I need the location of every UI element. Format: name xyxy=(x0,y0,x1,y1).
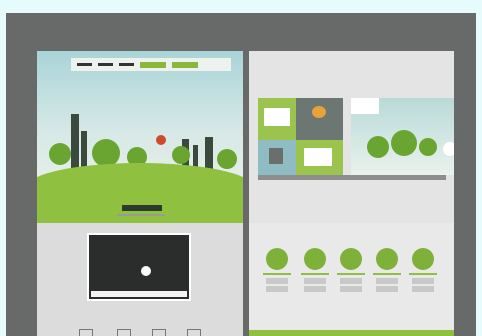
product-label-line xyxy=(340,286,362,292)
nav-button[interactable] xyxy=(172,61,198,68)
product-label-line xyxy=(376,286,398,292)
product-card[interactable] xyxy=(301,248,329,294)
top-navigation xyxy=(71,58,231,71)
nav-button[interactable] xyxy=(140,61,166,68)
product-label-line xyxy=(304,286,326,292)
product-icon xyxy=(266,248,288,270)
product-card[interactable] xyxy=(337,248,365,294)
product-label xyxy=(340,278,362,284)
city-building xyxy=(71,114,79,169)
tree-icon xyxy=(391,130,417,156)
product-accent-bar xyxy=(337,273,365,275)
logo-underline xyxy=(117,214,165,216)
mascot-icon xyxy=(443,142,454,156)
product-label-line xyxy=(412,286,434,292)
product-icon xyxy=(340,248,362,270)
tile-text xyxy=(269,148,283,164)
city-building xyxy=(81,131,87,169)
tree-icon xyxy=(172,146,190,164)
product-accent-bar xyxy=(301,273,329,275)
nav-item[interactable] xyxy=(98,63,113,66)
product-accent-bar xyxy=(373,273,401,275)
video-caption xyxy=(91,291,187,297)
product-icon xyxy=(376,248,398,270)
feature-tile[interactable] xyxy=(258,140,296,175)
hot-air-balloon-icon xyxy=(156,135,166,145)
nav-item[interactable] xyxy=(77,63,92,66)
play-icon[interactable] xyxy=(141,266,151,276)
left-template-page xyxy=(37,51,243,336)
product-label xyxy=(266,278,288,284)
tree-icon xyxy=(367,136,389,158)
feature-icon xyxy=(79,329,93,336)
footer-accent xyxy=(249,330,454,336)
product-accent-bar xyxy=(409,273,437,275)
nav-item[interactable] xyxy=(119,63,134,66)
video-player[interactable] xyxy=(87,233,191,301)
city-building xyxy=(205,137,213,169)
product-label-line xyxy=(266,286,288,292)
tree-icon xyxy=(217,149,237,169)
product-accent-bar xyxy=(263,273,291,275)
product-label xyxy=(376,278,398,284)
divider-band xyxy=(258,175,446,180)
illustration-band xyxy=(351,98,454,175)
feature-tile-grid xyxy=(258,98,454,178)
product-card[interactable] xyxy=(263,248,291,294)
feature-icon xyxy=(152,329,166,336)
feature-tile[interactable] xyxy=(296,140,343,175)
product-card[interactable] xyxy=(409,248,437,294)
tile-text xyxy=(312,106,326,118)
logo xyxy=(122,205,162,211)
tree-icon xyxy=(419,138,437,156)
feature-tile[interactable] xyxy=(258,98,296,140)
tree-icon xyxy=(49,143,71,165)
product-label xyxy=(412,278,434,284)
info-card xyxy=(351,98,379,114)
tile-text xyxy=(264,108,290,126)
hero-illustration xyxy=(37,51,243,223)
feature-icon xyxy=(117,329,131,336)
product-icon xyxy=(412,248,434,270)
tile-text xyxy=(304,148,332,166)
product-label xyxy=(304,278,326,284)
product-icon xyxy=(304,248,326,270)
feature-icon xyxy=(187,329,201,336)
feature-tile[interactable] xyxy=(296,98,343,140)
right-template-page xyxy=(249,51,454,336)
product-card[interactable] xyxy=(373,248,401,294)
